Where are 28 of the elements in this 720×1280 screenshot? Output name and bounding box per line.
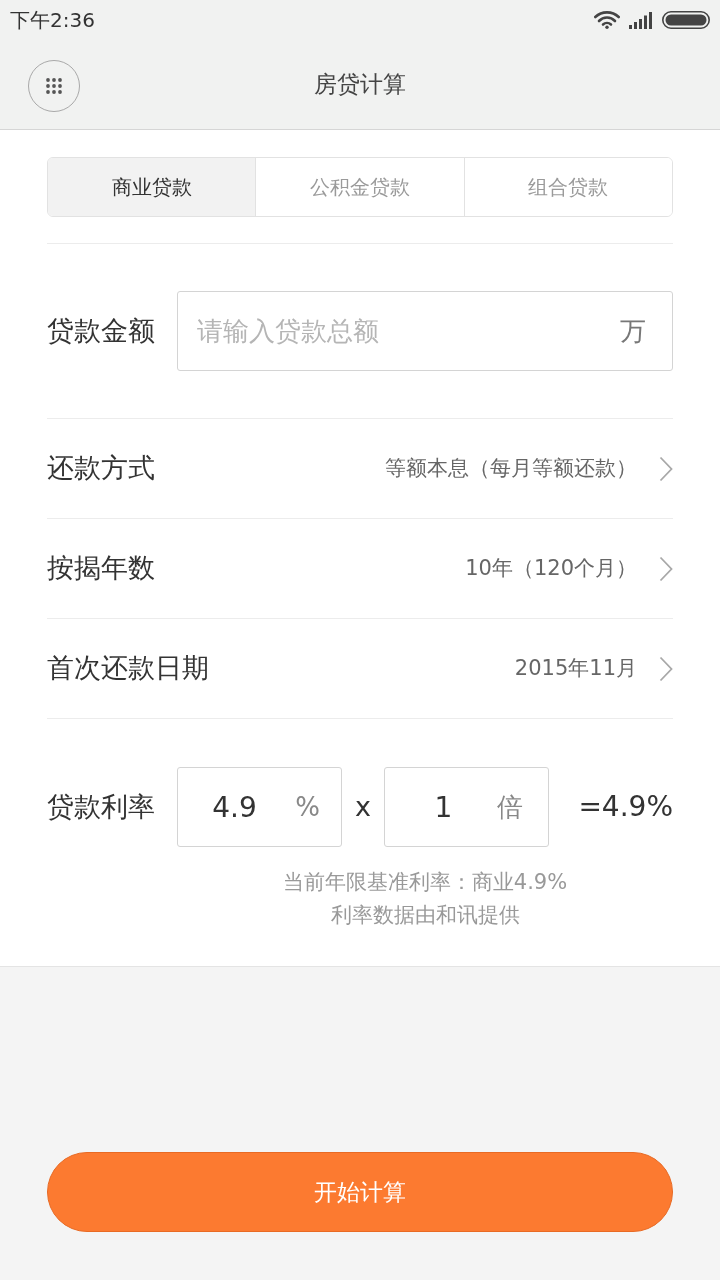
option-label: 首次还款日期 [47, 651, 209, 686]
percent-unit: % [295, 791, 320, 824]
unit-label: 万 [620, 315, 646, 348]
page-title: 房贷计算 [314, 70, 406, 100]
option-label: 按揭年数 [47, 551, 155, 586]
chevron-right-icon [659, 655, 673, 682]
loan-amount-label: 贷款金额 [47, 313, 156, 348]
rate-note: 当前年限基准利率：商业4.9% [282, 869, 568, 896]
option-value: 10年（120个月） [465, 554, 637, 582]
rate-result: =4.9% [578, 789, 673, 825]
option-value: 2015年11月 [514, 654, 637, 682]
chevron-right-icon [659, 455, 673, 482]
status-time: 下午2:36 [10, 10, 95, 30]
interest-rate-label: 贷款利率 [47, 789, 156, 824]
chevron-right-icon [659, 555, 673, 582]
signal-icon [629, 11, 653, 29]
multiply-sign: x [354, 789, 372, 824]
multiplier-unit: 倍 [497, 791, 523, 824]
loan-type-tab[interactable]: 商业贷款 [48, 158, 256, 216]
option-row[interactable]: 首次还款日期 2015年11月 [47, 619, 673, 719]
option-row[interactable]: 按揭年数 10年（120个月） [47, 519, 673, 619]
wifi-icon [594, 11, 620, 29]
grid-icon [46, 78, 62, 94]
option-row[interactable]: 还款方式 等额本息（每月等额还款） [47, 419, 673, 519]
option-value: 等额本息（每月等额还款） [385, 454, 637, 482]
option-label: 还款方式 [47, 451, 155, 486]
battery-icon [662, 11, 710, 29]
rate-note: 利率数据由和讯提供 [330, 902, 520, 929]
